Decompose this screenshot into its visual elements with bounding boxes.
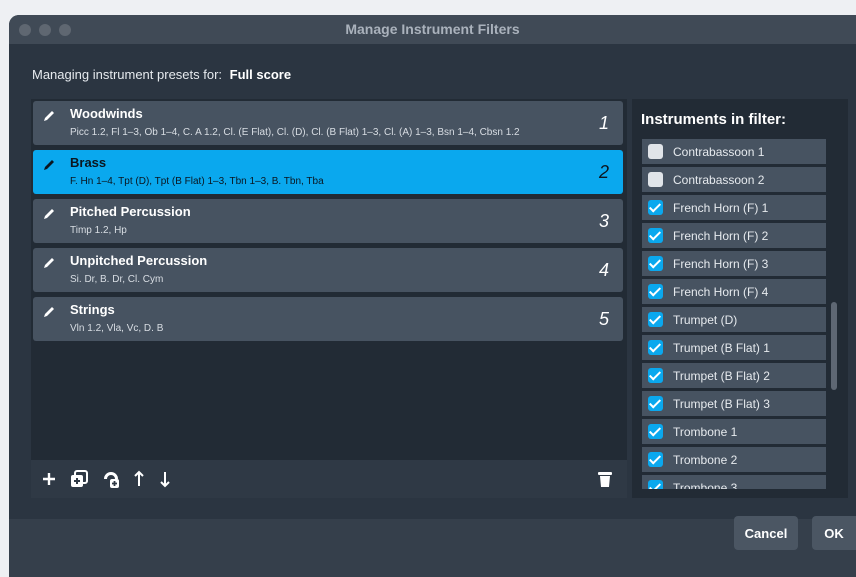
instrument-checkbox[interactable] <box>648 256 663 271</box>
instrument-item[interactable]: French Horn (F) 2 <box>642 223 826 248</box>
instrument-item[interactable]: Trombone 2 <box>642 447 826 472</box>
filter-instruments: Si. Dr, B. Dr, Cl. Cym <box>70 274 164 285</box>
managing-prefix: Managing instrument presets for: <box>32 67 223 82</box>
instrument-checkbox[interactable] <box>648 340 663 355</box>
instrument-checkbox[interactable] <box>648 424 663 439</box>
filter-instruments: Picc 1.2, Fl 1–3, Ob 1–4, C. A 1.2, Cl. … <box>70 127 520 138</box>
move-down-icon[interactable] <box>155 469 175 489</box>
filter-name: Unpitched Percussion <box>70 253 208 268</box>
pencil-icon[interactable] <box>41 255 57 276</box>
delete-icon[interactable] <box>595 469 615 489</box>
filter-row-strings[interactable]: Strings Vln 1.2, Vla, Vc, D. B 5 <box>33 297 623 341</box>
title-bar: Manage Instrument Filters <box>9 15 856 44</box>
pencil-icon[interactable] <box>41 304 57 325</box>
filter-number: 4 <box>598 260 609 280</box>
instrument-label: Trumpet (B Flat) 2 <box>673 369 770 383</box>
filter-toolbar <box>31 460 627 498</box>
instrument-label: Contrabassoon 2 <box>673 173 765 187</box>
instrument-label: Trumpet (B Flat) 3 <box>673 397 770 411</box>
add-from-selection-icon[interactable] <box>101 469 121 489</box>
filter-row-pitched-percussion[interactable]: Pitched Percussion Timp 1.2, Hp 3 <box>33 199 623 243</box>
move-up-icon[interactable] <box>129 469 149 489</box>
pencil-icon[interactable] <box>41 206 57 227</box>
instrument-label: French Horn (F) 3 <box>673 257 769 271</box>
instrument-checkbox[interactable] <box>648 452 663 467</box>
filter-list-panel: Woodwinds Picc 1.2, Fl 1–3, Ob 1–4, C. A… <box>31 99 627 498</box>
instrument-item[interactable]: Contrabassoon 2 <box>642 167 826 192</box>
filter-instruments: F. Hn 1–4, Tpt (D), Tpt (B Flat) 1–3, Tb… <box>70 176 324 187</box>
instrument-item[interactable]: French Horn (F) 1 <box>642 195 826 220</box>
dialog-footer <box>9 519 856 577</box>
instrument-checkbox[interactable] <box>648 172 663 187</box>
pencil-icon[interactable] <box>41 108 57 129</box>
ok-button[interactable]: OK <box>812 516 856 550</box>
instrument-item[interactable]: Trombone 3 <box>642 475 826 489</box>
instruments-panel-title: Instruments in filter: <box>641 111 787 128</box>
instrument-checkbox[interactable] <box>648 228 663 243</box>
instrument-item[interactable]: Trumpet (D) <box>642 307 826 332</box>
filter-instruments: Timp 1.2, Hp <box>70 225 127 236</box>
instrument-label: French Horn (F) 2 <box>673 229 769 243</box>
instrument-label: Trombone 1 <box>673 425 738 439</box>
instrument-checkbox[interactable] <box>648 284 663 299</box>
instrument-label: Trumpet (D) <box>673 313 738 327</box>
filter-number: 5 <box>598 309 609 329</box>
instrument-checkbox[interactable] <box>648 480 663 489</box>
filter-number: 1 <box>598 113 609 133</box>
instrument-item[interactable]: French Horn (F) 4 <box>642 279 826 304</box>
managing-label: Managing instrument presets for: Full sc… <box>32 67 291 82</box>
instrument-label: Contrabassoon 1 <box>673 145 765 159</box>
instrument-list-scrollbar[interactable] <box>831 302 837 390</box>
instrument-label: Trombone 2 <box>673 453 738 467</box>
instrument-item[interactable]: Trumpet (B Flat) 3 <box>642 391 826 416</box>
filter-name: Brass <box>70 155 107 170</box>
add-icon[interactable] <box>39 469 59 489</box>
filter-number: 3 <box>598 211 609 231</box>
pencil-icon[interactable] <box>41 157 57 178</box>
filter-row-woodwinds[interactable]: Woodwinds Picc 1.2, Fl 1–3, Ob 1–4, C. A… <box>33 101 623 145</box>
dialog-window: Manage Instrument Filters Managing instr… <box>9 15 856 577</box>
filter-name: Pitched Percussion <box>70 204 191 219</box>
dialog-title: Manage Instrument Filters <box>345 21 520 37</box>
filter-name: Strings <box>70 302 115 317</box>
instruments-panel: Instruments in filter: Contrabassoon 1 C… <box>632 99 848 498</box>
filter-row-brass[interactable]: Brass F. Hn 1–4, Tpt (D), Tpt (B Flat) 1… <box>33 150 623 194</box>
instrument-item[interactable]: Trumpet (B Flat) 2 <box>642 363 826 388</box>
instrument-label: Trumpet (B Flat) 1 <box>673 341 770 355</box>
instrument-checkbox[interactable] <box>648 200 663 215</box>
instrument-item[interactable]: Trombone 1 <box>642 419 826 444</box>
instrument-item[interactable]: French Horn (F) 3 <box>642 251 826 276</box>
instrument-checkbox[interactable] <box>648 312 663 327</box>
duplicate-icon[interactable] <box>69 469 89 489</box>
instrument-label: French Horn (F) 1 <box>673 201 769 215</box>
instrument-checkbox[interactable] <box>648 396 663 411</box>
filter-instruments: Vln 1.2, Vla, Vc, D. B <box>70 323 164 334</box>
cancel-button[interactable]: Cancel <box>734 516 798 550</box>
instrument-item[interactable]: Trumpet (B Flat) 1 <box>642 335 826 360</box>
instrument-checkbox[interactable] <box>648 368 663 383</box>
instrument-label: French Horn (F) 4 <box>673 285 769 299</box>
filter-row-unpitched-percussion[interactable]: Unpitched Percussion Si. Dr, B. Dr, Cl. … <box>33 248 623 292</box>
instrument-list: Contrabassoon 1 Contrabassoon 2 French H… <box>642 139 826 489</box>
managing-value: Full score <box>229 67 292 82</box>
filter-name: Woodwinds <box>70 106 143 121</box>
instrument-checkbox[interactable] <box>648 144 663 159</box>
instrument-item[interactable]: Contrabassoon 1 <box>642 139 826 164</box>
instrument-label: Trombone 3 <box>673 481 738 489</box>
filter-number: 2 <box>598 162 609 182</box>
